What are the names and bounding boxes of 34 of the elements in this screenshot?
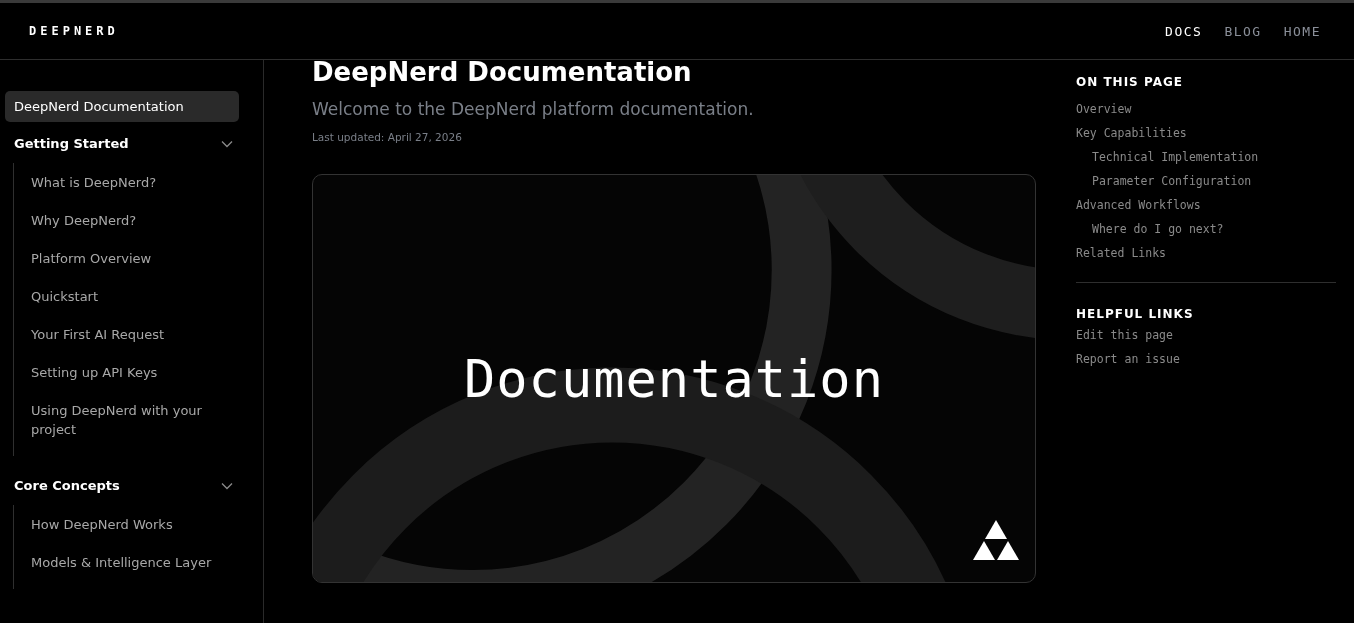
toc-link[interactable]: Where do I go next? (1076, 217, 1224, 241)
helpful-link[interactable]: Report an issue (1076, 347, 1180, 371)
toc-link[interactable]: Advanced Workflows (1076, 193, 1201, 217)
toc-link[interactable]: Parameter Configuration (1076, 169, 1252, 193)
sidebar-group-toggle[interactable]: Core Concepts (5, 470, 239, 501)
helpful-link[interactable]: Edit this page (1076, 323, 1173, 347)
toc-heading: ON THIS PAGE (1076, 75, 1183, 89)
sidebar-item[interactable]: Models & Intelligence Layer (31, 543, 239, 581)
nav-link[interactable]: BLOG (1224, 23, 1262, 39)
page-title: DeepNerd Documentation (312, 56, 693, 88)
sidebar-item[interactable]: Setting up API Keys (31, 353, 239, 391)
triangles-logo-icon (973, 520, 1019, 560)
sidebar-group-toggle[interactable]: Getting Started (5, 128, 239, 159)
hero-title: Documentation (464, 348, 884, 409)
chevron-icon (221, 139, 233, 148)
sidebar-item[interactable]: Using DeepNerd with your project (31, 391, 239, 448)
sidebar-item[interactable]: Quickstart (31, 277, 239, 315)
sidebar-item[interactable]: How DeepNerd Works (31, 505, 239, 543)
site-logo[interactable]: DEEPNERD (29, 24, 119, 38)
last-updated-text: Last updated: April 27, 2026 (312, 131, 463, 143)
nav-link[interactable]: DOCS (1165, 23, 1203, 39)
toc-link[interactable]: Related Links (1076, 241, 1166, 265)
sidebar-item[interactable]: DeepNerd Documentation (5, 91, 239, 122)
nav-link[interactable]: HOME (1283, 23, 1321, 39)
sidebar-item[interactable]: Why DeepNerd? (31, 201, 239, 239)
sidebar-item[interactable]: What is DeepNerd? (31, 163, 239, 201)
sidebar-item[interactable]: Your First AI Request (31, 315, 239, 353)
chevron-icon (221, 481, 233, 490)
toc-link[interactable]: Key Capabilities (1076, 121, 1187, 145)
sidebar-item[interactable]: Platform Overview (31, 239, 239, 277)
helpful-links-heading: HELPFUL LINKS (1076, 307, 1194, 321)
toc-link[interactable]: Technical Implementation (1076, 145, 1259, 169)
page-subtitle: Welcome to the DeepNerd platform documentation. (312, 99, 755, 119)
toc-link[interactable]: Overview (1076, 97, 1132, 121)
